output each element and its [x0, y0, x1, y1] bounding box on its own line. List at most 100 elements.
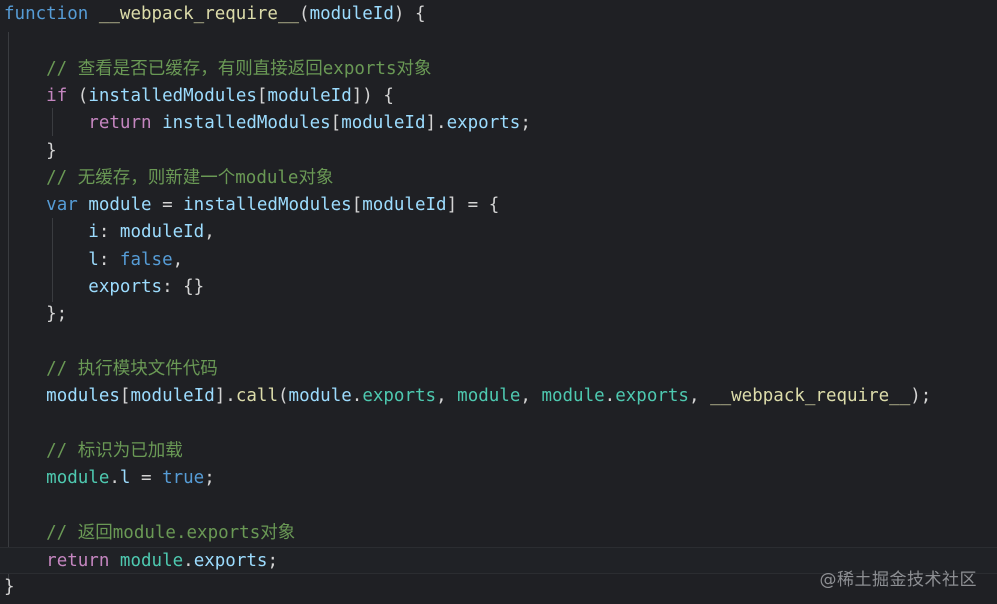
- code-token: ;: [204, 468, 215, 489]
- code-token: l: [119, 468, 131, 489]
- code-token: installedModules: [183, 195, 352, 216]
- watermark: @稀土掘金技术社区: [819, 570, 977, 590]
- code-line[interactable]: // 无缓存，则新建一个module对象: [0, 165, 997, 192]
- code-token: );: [910, 386, 932, 407]
- code-line[interactable]: [0, 329, 997, 356]
- code-token: false: [119, 249, 173, 270]
- code-token: moduleId: [130, 386, 215, 407]
- code-token: ,: [204, 222, 215, 243]
- code-line[interactable]: };: [0, 301, 997, 328]
- code-token: exports: [446, 113, 521, 134]
- code-token: var: [46, 195, 78, 216]
- code-line[interactable]: return installedModules[moduleId].export…: [0, 110, 997, 137]
- code-token: [: [256, 85, 268, 106]
- code-line[interactable]: [0, 28, 997, 55]
- code-line[interactable]: if (installedModules[moduleId]) {: [0, 83, 997, 110]
- code-token: .: [109, 468, 120, 489]
- code-token: =: [151, 195, 184, 216]
- code-token: modules: [46, 386, 120, 407]
- code-token: exports: [362, 386, 437, 407]
- code-token: // 无缓存，则新建一个module对象: [4, 167, 334, 188]
- code-token: .: [604, 386, 616, 407]
- code-line[interactable]: [0, 411, 997, 438]
- code-token: i: [88, 222, 99, 243]
- code-token: moduleId: [119, 222, 205, 243]
- code-token: exports: [615, 386, 689, 407]
- code-line[interactable]: i: moduleId,: [0, 219, 997, 246]
- code-line[interactable]: module.l = true;: [0, 465, 997, 492]
- code-token: module: [119, 551, 184, 571]
- code-token: call: [235, 386, 278, 407]
- code-token: .: [351, 386, 363, 407]
- code-token: ,: [436, 386, 458, 407]
- code-token: module: [288, 386, 352, 407]
- code-token: installedModules: [88, 85, 257, 106]
- code-line[interactable]: var module = installedModules[moduleId] …: [0, 192, 997, 219]
- code-token: ;: [520, 113, 531, 134]
- code-token: exports: [88, 277, 163, 297]
- code-token: exports: [193, 551, 268, 571]
- code-token: ].: [425, 113, 447, 134]
- code-token: true: [162, 468, 205, 489]
- code-token: moduleId: [362, 195, 447, 216]
- code-token: l: [88, 249, 99, 270]
- code-editor[interactable]: function __webpack_require__(moduleId) {…: [0, 0, 997, 604]
- code-token: ) {: [393, 4, 426, 24]
- code-token: ,: [688, 386, 711, 407]
- code-token: if: [46, 85, 68, 106]
- code-token: ,: [172, 249, 184, 270]
- code-line[interactable]: [0, 492, 997, 519]
- code-token: ] = {: [446, 195, 500, 216]
- code-token: [: [330, 113, 342, 134]
- code-line[interactable]: modules[moduleId].call(module.exports, m…: [0, 383, 997, 410]
- code-line[interactable]: // 执行模块文件代码: [0, 356, 997, 383]
- code-token: return: [88, 113, 152, 134]
- code-token: // 查看是否已缓存，有则直接返回exports对象: [4, 58, 432, 79]
- code-token: module: [88, 195, 152, 216]
- code-line[interactable]: // 查看是否已缓存，有则直接返回exports对象: [0, 56, 997, 83]
- code-token: moduleId: [309, 4, 394, 24]
- code-token: :: [98, 222, 120, 243]
- code-token: : {}: [162, 277, 205, 297]
- code-token: // 执行模块文件代码: [4, 358, 218, 379]
- code-line[interactable]: }: [0, 138, 997, 165]
- code-token: return: [46, 551, 110, 571]
- code-line[interactable]: // 返回module.exports对象: [0, 520, 997, 547]
- code-token: };: [4, 304, 68, 325]
- code-token: ;: [267, 551, 278, 571]
- code-token: moduleId: [267, 85, 352, 106]
- code-token: ].: [214, 386, 236, 407]
- code-token: __webpack_require__: [98, 4, 300, 24]
- code-line[interactable]: l: false,: [0, 247, 997, 274]
- code-token: }: [4, 577, 15, 598]
- code-token: module: [46, 468, 110, 489]
- code-token: function: [4, 4, 89, 24]
- code-token: ,: [520, 386, 542, 407]
- code-token: __webpack_require__: [710, 386, 911, 407]
- code-token: :: [98, 249, 120, 270]
- code-line[interactable]: // 标识为已加载: [0, 438, 997, 465]
- code-token: (: [299, 4, 310, 24]
- code-token: installedModules: [162, 113, 331, 134]
- code-token: // 返回module.exports对象: [4, 522, 296, 543]
- code-token: module: [541, 386, 605, 407]
- code-line[interactable]: function __webpack_require__(moduleId) {: [0, 1, 997, 28]
- code-token: =: [130, 468, 163, 489]
- code-line[interactable]: exports: {}: [0, 274, 997, 301]
- code-token: // 标识为已加载: [4, 440, 183, 461]
- code-token: moduleId: [341, 113, 426, 134]
- code-token: (: [67, 85, 89, 106]
- code-token: [: [351, 195, 363, 216]
